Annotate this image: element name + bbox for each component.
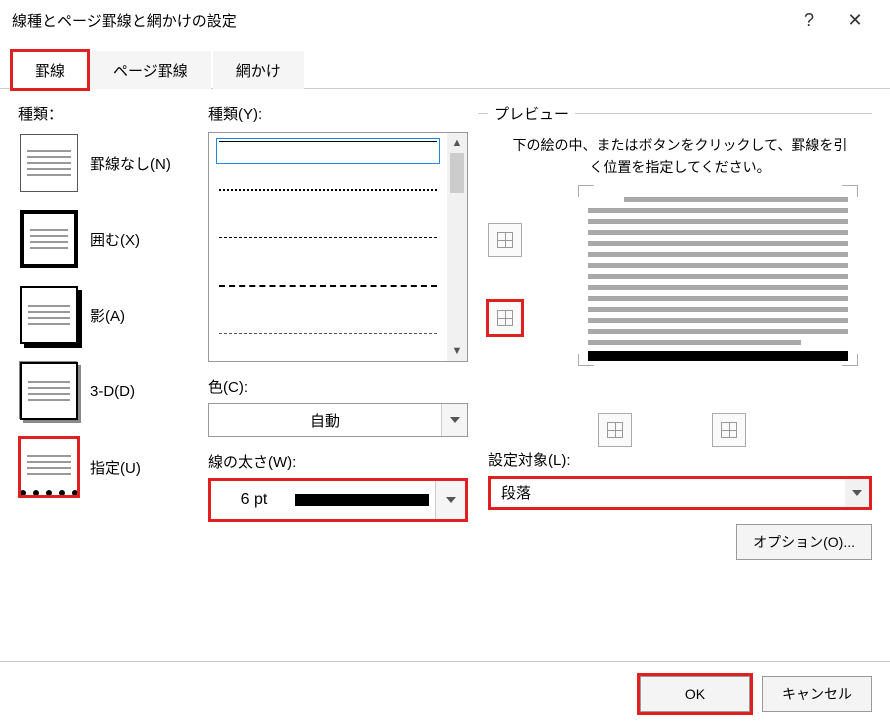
ok-button[interactable]: OK — [640, 676, 750, 712]
setting-none-label: 罫線なし(N) — [90, 153, 171, 174]
border-top-button[interactable] — [488, 223, 522, 257]
setting-3d-icon — [20, 362, 78, 420]
line-style-dashed-wide[interactable] — [219, 333, 437, 353]
tab-page-borders[interactable]: ページ罫線 — [90, 51, 211, 89]
border-icon — [497, 310, 513, 326]
preview-side-buttons — [488, 223, 522, 335]
setting-box-label: 囲む(X) — [90, 229, 140, 250]
line-style-dashed-fine[interactable] — [219, 237, 437, 257]
options-button[interactable]: オプション(O)... — [736, 524, 872, 560]
chevron-down-icon — [845, 479, 869, 507]
border-left-button[interactable] — [598, 413, 632, 447]
titlebar: 線種とページ罫線と網かけの設定 ? ✕ — [0, 0, 890, 40]
line-style-solid[interactable] — [219, 141, 437, 161]
line-style-dashed[interactable] — [219, 285, 437, 305]
setting-column: 種類： 罫線なし(N) 囲む(X) — [18, 103, 198, 655]
preview-sample[interactable] — [588, 193, 848, 358]
style-scrollbar[interactable]: ▲ ▼ — [447, 133, 467, 361]
dialog-title: 線種とページ罫線と網かけの設定 — [12, 10, 786, 31]
setting-3d-label: 3-D(D) — [90, 383, 135, 400]
dialog-borders-shading: 線種とページ罫線と網かけの設定 ? ✕ 罫線 ページ罫線 網かけ 種類： 罫線な… — [0, 0, 890, 726]
preview-bottom-buttons — [598, 413, 746, 447]
help-button[interactable]: ? — [786, 4, 832, 36]
border-middle-button[interactable] — [488, 301, 522, 335]
setting-shadow-icon — [20, 286, 78, 344]
scroll-up-icon[interactable]: ▲ — [447, 133, 467, 153]
border-icon — [721, 422, 737, 438]
apply-to-dropdown[interactable]: 段落 — [488, 476, 872, 510]
scroll-thumb[interactable] — [450, 153, 464, 193]
setting-none-icon — [20, 134, 78, 192]
setting-shadow[interactable]: 影(A) — [18, 284, 198, 346]
corner-mark-icon — [578, 185, 594, 197]
setting-custom[interactable]: 指定(U) — [18, 436, 198, 498]
color-value: 自動 — [209, 410, 441, 431]
chevron-down-icon — [435, 481, 465, 519]
tab-borders[interactable]: 罫線 — [12, 51, 88, 89]
ok-highlight: OK — [640, 676, 750, 712]
border-right-button[interactable] — [712, 413, 746, 447]
options-row: オプション(O)... — [488, 524, 872, 560]
preview-legend: プレビュー — [488, 103, 575, 124]
color-label: 色(C): — [208, 376, 468, 397]
cancel-button[interactable]: キャンセル — [762, 676, 872, 712]
border-icon — [497, 232, 513, 248]
line-style-items — [209, 133, 447, 361]
preview-area — [488, 193, 872, 393]
apply-to-label: 設定対象(L): — [488, 449, 872, 470]
tab-strip: 罫線 ページ罫線 網かけ — [0, 40, 890, 89]
corner-mark-icon — [842, 185, 858, 197]
setting-custom-label: 指定(U) — [90, 457, 141, 478]
style-column: 種類(Y): ▲ ▼ 色(C): 自動 — [208, 103, 468, 655]
preview-fieldset: プレビュー 下の絵の中、またはボタンをクリックして、罫線を引く位置を指定してくだ… — [478, 103, 872, 570]
setting-box[interactable]: 囲む(X) — [18, 208, 198, 270]
scroll-track[interactable] — [447, 193, 467, 341]
line-style-dotted[interactable] — [219, 189, 437, 209]
dialog-footer: OK キャンセル — [0, 661, 890, 726]
setting-3d[interactable]: 3-D(D) — [18, 360, 198, 422]
scroll-down-icon[interactable]: ▼ — [447, 341, 467, 361]
border-icon — [607, 422, 623, 438]
line-style-list[interactable]: ▲ ▼ — [208, 132, 468, 362]
apply-to-value: 段落 — [501, 482, 845, 503]
color-dropdown[interactable]: 自動 — [208, 403, 468, 437]
setting-custom-icon — [20, 438, 78, 496]
preview-help-text: 下の絵の中、またはボタンをクリックして、罫線を引く位置を指定してください。 — [488, 134, 872, 193]
setting-list: 罫線なし(N) 囲む(X) 影(A) — [18, 132, 198, 498]
preview-applied-border — [588, 351, 848, 361]
content-area: 種類： 罫線なし(N) 囲む(X) — [0, 89, 890, 661]
preview-text-icon — [588, 193, 848, 345]
setting-heading: 種類： — [18, 103, 198, 124]
close-button[interactable]: ✕ — [832, 4, 878, 36]
preview-column: プレビュー 下の絵の中、またはボタンをクリックして、罫線を引く位置を指定してくだ… — [478, 103, 872, 655]
width-value: 6 pt — [219, 491, 289, 509]
setting-none[interactable]: 罫線なし(N) — [18, 132, 198, 194]
style-label: 種類(Y): — [208, 103, 468, 124]
chevron-down-icon — [441, 404, 467, 436]
setting-shadow-label: 影(A) — [90, 305, 125, 326]
width-sample-icon — [295, 494, 429, 506]
setting-box-icon — [20, 210, 78, 268]
width-label: 線の太さ(W): — [208, 451, 468, 472]
tab-shading[interactable]: 網かけ — [213, 51, 304, 89]
width-dropdown[interactable]: 6 pt — [208, 478, 468, 522]
